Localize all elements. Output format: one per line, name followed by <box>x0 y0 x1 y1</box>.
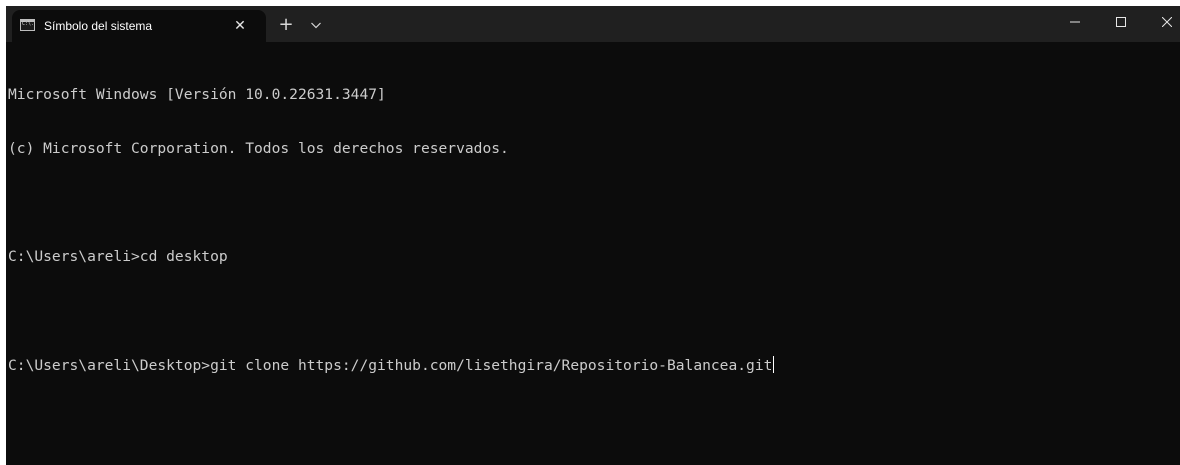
plus-icon[interactable]: + <box>276 15 296 35</box>
close-icon[interactable]: ✕ <box>231 17 249 35</box>
text-cursor <box>773 356 775 373</box>
close-window-button[interactable] <box>1144 6 1180 38</box>
terminal-line-cd-command: C:\Users\areli>cd desktop <box>8 248 228 265</box>
maximize-button[interactable] <box>1098 6 1144 38</box>
title-bar[interactable]: Símbolo del sistema ✕ + <box>6 6 1180 42</box>
terminal-current-command[interactable]: C:\Users\areli\Desktop>git clone https:/… <box>8 356 1180 374</box>
terminal-output[interactable]: Microsoft Windows [Versión 10.0.22631.34… <box>6 42 1180 465</box>
tab-title: Símbolo del sistema <box>44 19 153 33</box>
minimize-icon <box>1070 21 1080 23</box>
maximize-icon <box>1116 17 1126 27</box>
cmd-icon <box>20 19 35 31</box>
close-icon <box>1162 17 1172 27</box>
tab-simbolo-del-sistema[interactable]: Símbolo del sistema ✕ <box>12 10 266 42</box>
terminal-line-copyright: (c) Microsoft Corporation. Todos los der… <box>8 140 509 157</box>
minimize-button[interactable] <box>1052 6 1098 38</box>
terminal-window: Símbolo del sistema ✕ + Microsoft <box>6 6 1180 465</box>
chevron-down-icon[interactable] <box>308 17 324 33</box>
terminal-line-version: Microsoft Windows [Versión 10.0.22631.34… <box>8 86 386 103</box>
terminal-command-text: C:\Users\areli\Desktop>git clone https:/… <box>8 357 773 374</box>
